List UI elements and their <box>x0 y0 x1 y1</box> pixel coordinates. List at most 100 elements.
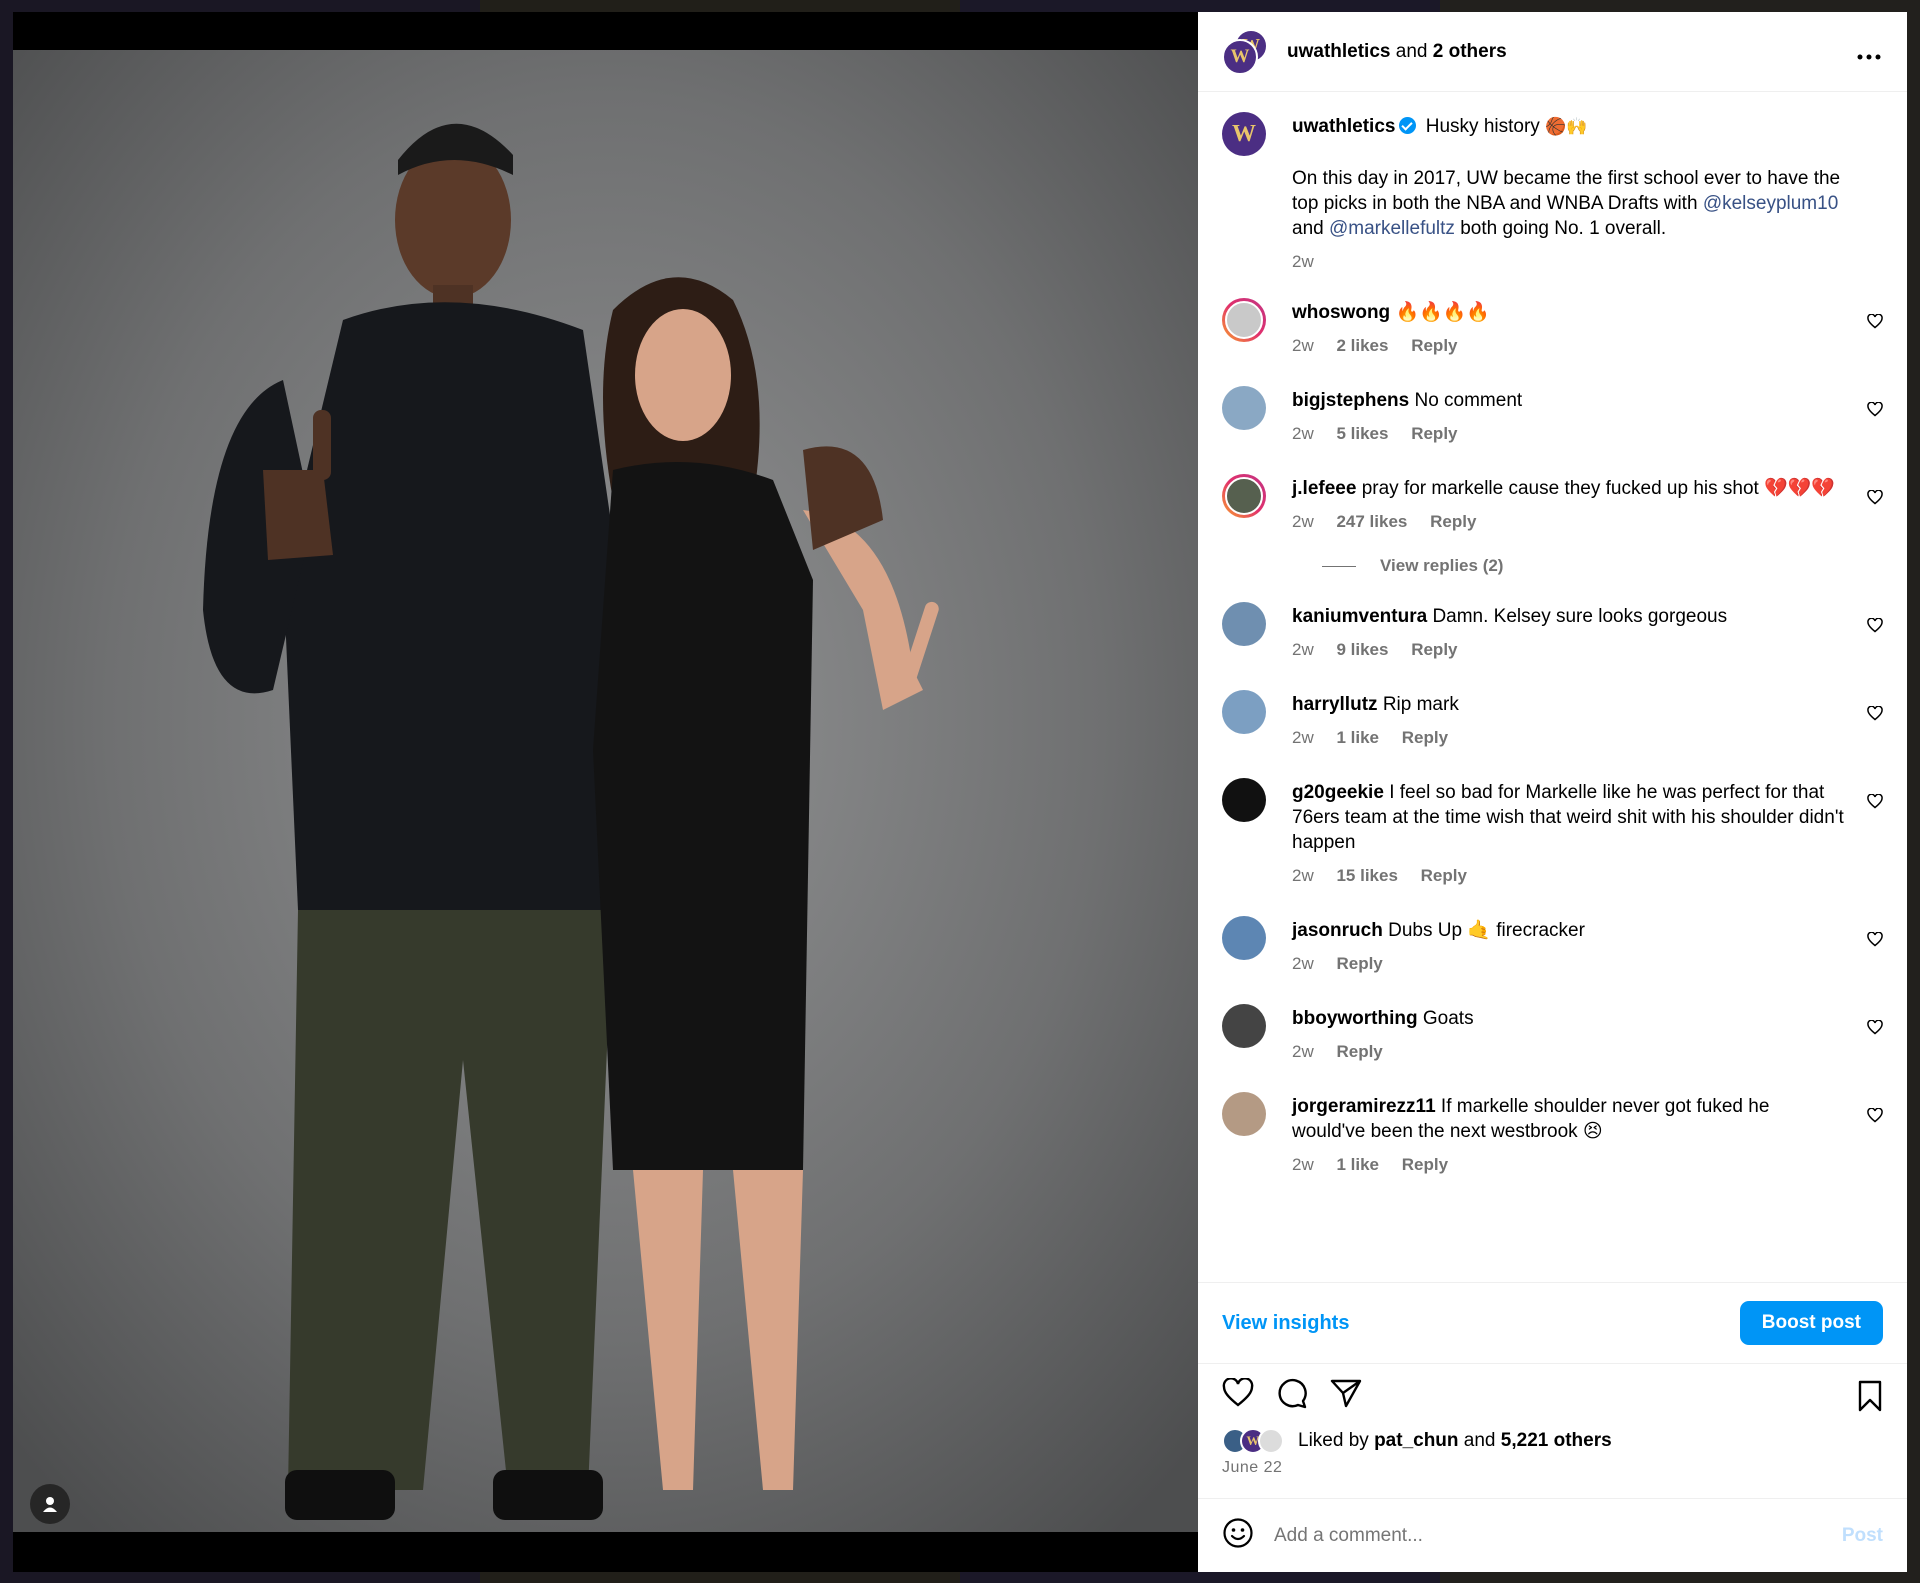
comment-like-button[interactable] <box>1867 1107 1883 1128</box>
view-replies-row: View replies (2) <box>1222 556 1883 576</box>
comment-timestamp[interactable]: 2w <box>1292 1042 1314 1061</box>
comment-button[interactable] <box>1276 1377 1308 1414</box>
emoji-button[interactable] <box>1222 1517 1254 1554</box>
comment-like-button[interactable] <box>1867 313 1883 334</box>
comment-likes[interactable]: 5 likes <box>1336 424 1388 443</box>
mention-link[interactable]: @kelseyplum10 <box>1703 193 1838 214</box>
more-options-icon <box>1857 54 1881 60</box>
reply-button[interactable]: Reply <box>1421 866 1467 885</box>
share-button[interactable] <box>1330 1378 1362 1413</box>
more-options-button[interactable] <box>1857 40 1881 66</box>
commenter-avatar[interactable] <box>1222 474 1266 518</box>
comment-like-button[interactable] <box>1867 931 1883 952</box>
collab-avatars[interactable]: W W <box>1222 28 1268 75</box>
like-button[interactable] <box>1222 1376 1254 1413</box>
comment-row: j.lefeee pray for markelle cause they fu… <box>1222 474 1883 534</box>
comment-text: pray for markelle cause they fucked up h… <box>1361 478 1836 499</box>
heart-icon <box>1867 793 1883 809</box>
comment-username[interactable]: jasonruch <box>1292 920 1383 941</box>
comment-username[interactable]: jorgeramirezz11 <box>1292 1096 1436 1117</box>
comment-timestamp[interactable]: 2w <box>1292 336 1314 355</box>
comment-like-button[interactable] <box>1867 793 1883 814</box>
comment-timestamp[interactable]: 2w <box>1292 512 1314 531</box>
liked-avatars[interactable]: W <box>1222 1428 1284 1454</box>
commenter-avatar[interactable] <box>1222 602 1266 646</box>
comment-username[interactable]: kaniumventura <box>1292 606 1427 627</box>
reply-button[interactable]: Reply <box>1411 640 1457 659</box>
comment-likes[interactable]: 2 likes <box>1336 336 1388 355</box>
comment-like-button[interactable] <box>1867 401 1883 422</box>
comment-timestamp[interactable]: 2w <box>1292 866 1314 885</box>
post-header-title[interactable]: uwathletics and 2 others <box>1287 41 1507 63</box>
mention-link[interactable]: @markellefultz <box>1329 218 1455 239</box>
post-side-panel: W W uwathletics and 2 others W uwathlet <box>1198 12 1907 1572</box>
comment-like-button[interactable] <box>1867 489 1883 510</box>
liked-others-link[interactable]: 5,221 others <box>1501 1430 1612 1451</box>
heart-icon <box>1867 489 1883 505</box>
comment-username[interactable]: bboyworthing <box>1292 1008 1418 1029</box>
comment-timestamp[interactable]: 2w <box>1292 728 1314 747</box>
reply-button[interactable]: Reply <box>1430 512 1476 531</box>
liked-and: and <box>1463 1430 1496 1451</box>
comment-username[interactable]: whoswong <box>1292 302 1390 323</box>
reply-button[interactable]: Reply <box>1411 336 1457 355</box>
user-tag-button[interactable] <box>30 1484 70 1524</box>
reply-button[interactable]: Reply <box>1402 728 1448 747</box>
commenter-avatar[interactable] <box>1222 1092 1266 1136</box>
view-insights-link[interactable]: View insights <box>1222 1312 1349 1335</box>
comment-likes[interactable]: 1 like <box>1336 728 1379 747</box>
comment-timestamp[interactable]: 2w <box>1292 640 1314 659</box>
comment-timestamp[interactable]: 2w <box>1292 1155 1314 1174</box>
caption-username[interactable]: uwathletics <box>1292 116 1395 137</box>
boost-post-button[interactable]: Boost post <box>1739 1301 1883 1345</box>
commenter-avatar[interactable] <box>1222 298 1266 342</box>
comment-likes[interactable]: 247 likes <box>1336 512 1407 531</box>
commenter-avatar[interactable] <box>1222 386 1266 430</box>
comment-username[interactable]: g20geekie <box>1292 782 1384 803</box>
liked-prefix: Liked by <box>1298 1430 1369 1451</box>
view-replies-label[interactable]: View replies (2) <box>1380 556 1503 576</box>
comment-likes[interactable]: 9 likes <box>1336 640 1388 659</box>
liked-user-link[interactable]: pat_chun <box>1374 1430 1458 1451</box>
reply-button[interactable]: Reply <box>1411 424 1457 443</box>
comment-username[interactable]: bigjstephens <box>1292 390 1409 411</box>
commenter-avatar[interactable] <box>1222 916 1266 960</box>
save-button[interactable] <box>1857 1380 1883 1417</box>
comment-username[interactable]: harryllutz <box>1292 694 1378 715</box>
liker-avatar <box>1258 1428 1284 1454</box>
caption-emoji: 🏀🙌 <box>1545 117 1588 137</box>
post-date[interactable]: June 22 <box>1198 1456 1907 1498</box>
heart-icon <box>1867 401 1883 417</box>
comment-container: whoswong 🔥🔥🔥🔥 2w 2 likes Reply bigjsteph… <box>1222 298 1883 1177</box>
post-media[interactable] <box>13 12 1198 1572</box>
post-photo[interactable] <box>13 50 1198 1532</box>
add-comment-input[interactable] <box>1274 1524 1842 1547</box>
author-avatar[interactable]: W <box>1222 112 1266 156</box>
commenter-avatar[interactable] <box>1222 778 1266 822</box>
header-author[interactable]: uwathletics <box>1287 41 1390 62</box>
comment-username[interactable]: j.lefeee <box>1292 478 1356 499</box>
reply-button[interactable]: Reply <box>1402 1155 1448 1174</box>
comment-likes[interactable]: 1 like <box>1336 1155 1379 1174</box>
comment-timestamp[interactable]: 2w <box>1292 954 1314 973</box>
comment-row: bigjstephens No comment 2w 5 likes Reply <box>1222 386 1883 446</box>
comment-row: g20geekie I feel so bad for Markelle lik… <box>1222 778 1883 888</box>
caption-text: On this day in 2017, UW became the first… <box>1292 168 1841 239</box>
comment-timestamp[interactable]: 2w <box>1292 424 1314 443</box>
action-bar <box>1198 1364 1907 1426</box>
commenter-avatar[interactable] <box>1222 690 1266 734</box>
commenter-avatar[interactable] <box>1222 1004 1266 1048</box>
comment-like-button[interactable] <box>1867 617 1883 638</box>
header-others[interactable]: 2 others <box>1433 41 1507 62</box>
comment-likes[interactable]: 15 likes <box>1336 866 1397 885</box>
view-replies-button[interactable]: View replies (2) <box>1322 556 1883 576</box>
comments-list[interactable]: W uwathletics Husky history 🏀🙌 On this d… <box>1198 92 1907 1282</box>
photo-illustration <box>13 50 1198 1532</box>
post-comment-button[interactable]: Post <box>1842 1525 1883 1547</box>
heart-icon <box>1867 931 1883 947</box>
reply-button[interactable]: Reply <box>1336 954 1382 973</box>
comment-like-button[interactable] <box>1867 1019 1883 1040</box>
caption-timestamp[interactable]: 2w <box>1292 252 1314 271</box>
reply-button[interactable]: Reply <box>1336 1042 1382 1061</box>
comment-like-button[interactable] <box>1867 705 1883 726</box>
